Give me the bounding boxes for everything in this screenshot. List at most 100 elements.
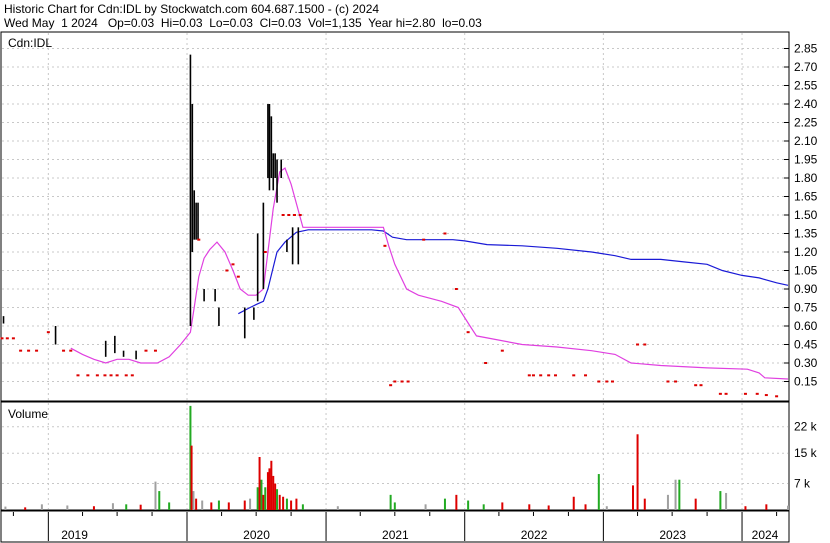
- small-trade-mark: [764, 394, 768, 397]
- volume-bar: [744, 506, 747, 510]
- small-trade-mark: [109, 374, 113, 377]
- volume-bar: [190, 445, 193, 510]
- volume-tick-label: 7 k: [794, 477, 811, 491]
- volume-bar: [154, 481, 157, 510]
- volume-bar: [584, 504, 587, 510]
- volume-bar: [168, 502, 171, 510]
- small-trade-mark: [406, 380, 410, 383]
- volume-bar: [256, 487, 259, 510]
- small-trade-mark: [389, 384, 393, 387]
- small-trade-mark: [19, 349, 23, 352]
- volume-bar: [632, 485, 635, 510]
- small-trade-mark: [554, 374, 558, 377]
- small-trade-mark: [699, 384, 703, 387]
- small-trade-mark: [666, 380, 670, 383]
- volume-bar: [666, 494, 669, 510]
- small-trade-mark: [454, 288, 458, 290]
- small-trade-mark: [124, 374, 128, 377]
- price-tick-label: 1.50: [794, 208, 818, 222]
- small-trade-mark: [103, 374, 107, 377]
- price-tick-label: 2.10: [794, 134, 818, 148]
- small-trade-mark: [547, 374, 551, 377]
- volume-panel: 22 k 15 k 7 k Volume: [0, 401, 818, 511]
- volume-bar: [482, 504, 485, 510]
- year-label: 2021: [382, 528, 409, 542]
- volume-bar: [278, 494, 281, 510]
- volume-bar: [139, 504, 142, 510]
- volume-bar: [572, 496, 575, 510]
- volume-bar: [262, 494, 265, 510]
- small-trade-mark: [743, 392, 747, 395]
- volume-axis: 22 k 15 k 7 k: [794, 420, 818, 491]
- small-trade-mark: [197, 238, 201, 241]
- volume-bar: [258, 457, 261, 510]
- volume-bar: [285, 498, 288, 510]
- small-trade-mark: [281, 214, 285, 216]
- year-label: 2023: [659, 528, 686, 542]
- volume-bar: [268, 468, 271, 510]
- price-tick-label: 0.75: [794, 301, 818, 315]
- time-axis: 2019 2020 2021 2022 2023 2024: [0, 510, 790, 543]
- volume-bar: [195, 498, 198, 510]
- year-label: 2019: [61, 528, 88, 542]
- small-trade-mark: [466, 331, 470, 334]
- stock-chart: 2.85 2.70 2.55 2.40 2.25 2.10 1.95 1.80 1.65 1.50…: [0, 31, 818, 543]
- volume-bar: [274, 483, 277, 510]
- small-trade-mark: [584, 374, 588, 377]
- volume-bar: [719, 491, 722, 510]
- volume-bar: [393, 502, 396, 510]
- year-label: 2024: [752, 528, 779, 542]
- volume-bar: [24, 507, 27, 510]
- small-trade-mark: [393, 380, 397, 383]
- volume-bar: [501, 502, 504, 510]
- small-trade-mark: [718, 392, 722, 395]
- small-trade-mark: [383, 244, 387, 247]
- small-trade-mark: [500, 349, 504, 352]
- small-trade-mark: [27, 349, 31, 352]
- price-tick-label: 1.95: [794, 153, 818, 167]
- small-trade-mark: [76, 374, 80, 377]
- volume-bar: [636, 434, 639, 510]
- volume-bar: [295, 498, 298, 510]
- volume-bar: [424, 504, 427, 510]
- volume-bar: [201, 500, 204, 510]
- price-panel: 2.85 2.70 2.55 2.40 2.25 2.10 1.95 1.80 1.65 1.50…: [0, 31, 818, 402]
- small-trade-mark: [293, 214, 297, 216]
- small-trade-mark: [400, 380, 404, 383]
- small-trade-mark: [287, 214, 291, 216]
- small-trade-mark: [69, 349, 73, 352]
- small-trade-mark: [636, 343, 640, 346]
- small-trade-mark: [610, 380, 614, 383]
- small-trade-mark: [755, 392, 759, 395]
- price-tick-label: 2.55: [794, 79, 818, 93]
- small-trade-mark: [527, 374, 531, 377]
- price-tick-label: 0.15: [794, 375, 818, 389]
- volume-bar: [125, 504, 128, 510]
- volume-bar: [192, 491, 195, 510]
- small-trade-mark: [144, 349, 148, 352]
- price-tick-label: 1.20: [794, 245, 818, 259]
- volume-bar: [270, 460, 273, 510]
- volume-bar: [40, 504, 43, 510]
- volume-bar: [227, 502, 230, 510]
- volume-bar: [290, 500, 293, 510]
- small-trade-mark: [484, 362, 488, 364]
- small-trade-mark: [422, 238, 426, 241]
- small-trade-mark: [443, 232, 447, 235]
- price-tick-label: 1.80: [794, 171, 818, 185]
- volume-bar: [243, 500, 246, 510]
- volume-bar: [597, 474, 600, 510]
- small-trade-mark: [775, 395, 779, 398]
- volume-bar: [92, 506, 95, 510]
- volume-bar: [158, 491, 161, 510]
- small-trade-mark: [263, 251, 267, 253]
- volume-bar: [674, 479, 677, 510]
- small-trade-mark: [539, 374, 543, 377]
- price-tick-label: 1.35: [794, 227, 818, 241]
- volume-bar: [547, 505, 550, 510]
- volume-label: Volume: [8, 407, 48, 421]
- price-tick-label: 1.65: [794, 190, 818, 204]
- volume-bar: [443, 498, 446, 510]
- small-trade-mark: [115, 374, 119, 377]
- small-trade-mark: [231, 263, 235, 266]
